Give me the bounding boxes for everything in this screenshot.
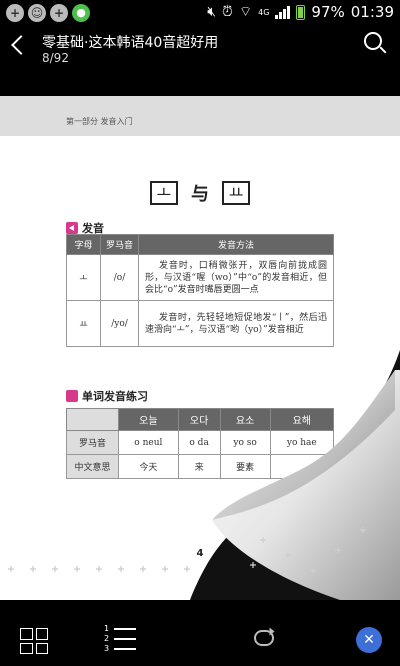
reader-header: 零基础·这本韩语40音超好用 8/92 xyxy=(0,26,400,70)
table-cell: 今天 xyxy=(118,454,179,479)
pronunciation-table: 字母 罗马音 发音方法 ㅗ /o/ 发音时，口稍微张开，双唇向前拢成圆形，与汉语… xyxy=(66,234,334,347)
book-page[interactable]: 第一部分 发音入门 ㅗ 与 ㅛ 发音 字母 罗马音 发音方法 ㅗ /o/ 发音时… xyxy=(0,96,400,600)
desc-cell: 发音时，口稍微张开，双唇向前拢成圆形，与汉语“喔（wo）”中“o”的发音相近，但… xyxy=(138,254,334,301)
refresh-icon[interactable] xyxy=(254,630,274,646)
add-notification-icon-2: + xyxy=(50,4,68,22)
grid-view-icon[interactable] xyxy=(20,628,48,654)
table-row: ㅗ /o/ 发音时，口稍微张开，双唇向前拢成圆形，与汉语“喔（wo）”中“o”的… xyxy=(66,254,334,301)
table-header-row: 字母 罗马音 发音方法 xyxy=(66,234,334,255)
letter-cell: ㅛ xyxy=(66,300,101,347)
col-header: 罗马音 xyxy=(100,234,139,255)
battery-level: 97% xyxy=(311,3,345,21)
title-letter-o: ㅗ xyxy=(149,181,178,205)
page-counter: 8/92 xyxy=(42,51,69,65)
book-title: 零基础·这本韩语40音超好用 xyxy=(42,35,219,51)
row-label: 中文意思 xyxy=(66,454,119,479)
table-of-contents-icon[interactable]: 1 2 3 xyxy=(104,624,136,654)
corner-cell xyxy=(66,408,119,431)
back-icon[interactable] xyxy=(11,35,31,55)
col-header: 发音方法 xyxy=(138,234,334,255)
add-notification-icon: + xyxy=(6,4,24,22)
battery-icon xyxy=(296,4,306,20)
wifi-icon: ⌔ xyxy=(238,4,253,20)
title-letter-yo: ㅛ xyxy=(222,181,251,205)
notification-icons: + ☺ + ● xyxy=(6,4,90,22)
network-type: 4G xyxy=(258,7,270,17)
scallop-border xyxy=(0,130,395,136)
page-curl[interactable] xyxy=(190,350,400,600)
close-button[interactable]: ✕ xyxy=(356,627,382,653)
wechat-icon: ● xyxy=(72,4,90,22)
desc-cell: 发音时，先轻轻地短促地发“ㅣ”，然后迅速滑向“ㅗ”，与汉语“哟（yo）”发音相近 xyxy=(138,300,334,347)
letter-cell: ㅗ xyxy=(66,254,101,301)
reader-toolbar: 1 2 3 ✕ xyxy=(0,600,400,666)
status-indicators: 🔇︎ ⏰︎ ⌔ 4G 97% 01:39 xyxy=(207,3,394,21)
lesson-title: ㅗ 与 ㅛ xyxy=(0,180,400,206)
signal-icon xyxy=(275,5,291,19)
search-icon[interactable] xyxy=(364,32,382,50)
clock: 01:39 xyxy=(350,3,394,21)
col-header: 字母 xyxy=(66,234,101,255)
alarm-icon: ⏰︎ xyxy=(222,4,233,20)
roman-cell: /yo/ xyxy=(100,300,139,347)
mute-icon: 🔇︎ xyxy=(207,4,217,20)
roman-cell: /o/ xyxy=(100,254,139,301)
word-practice-heading: 单词发音练习 xyxy=(66,388,148,404)
status-bar: + ☺ + ● 🔇︎ ⏰︎ ⌔ 4G 97% 01:39 xyxy=(0,0,400,26)
word-header: 오늘 xyxy=(118,408,179,431)
title-connector: 与 xyxy=(191,184,209,205)
row-label: 罗马音 xyxy=(66,430,119,455)
page-gap xyxy=(0,70,400,96)
table-row: ㅛ /yo/ 发音时，先轻轻地短促地发“ㅣ”，然后迅速滑向“ㅗ”，与汉语“哟（y… xyxy=(66,300,334,347)
speaker-icon xyxy=(66,222,78,234)
book-icon xyxy=(66,390,78,402)
smile-notification-icon: ☺ xyxy=(28,4,46,22)
table-cell: o neul xyxy=(118,430,179,455)
section-label: 第一部分 发音入门 xyxy=(66,117,133,126)
